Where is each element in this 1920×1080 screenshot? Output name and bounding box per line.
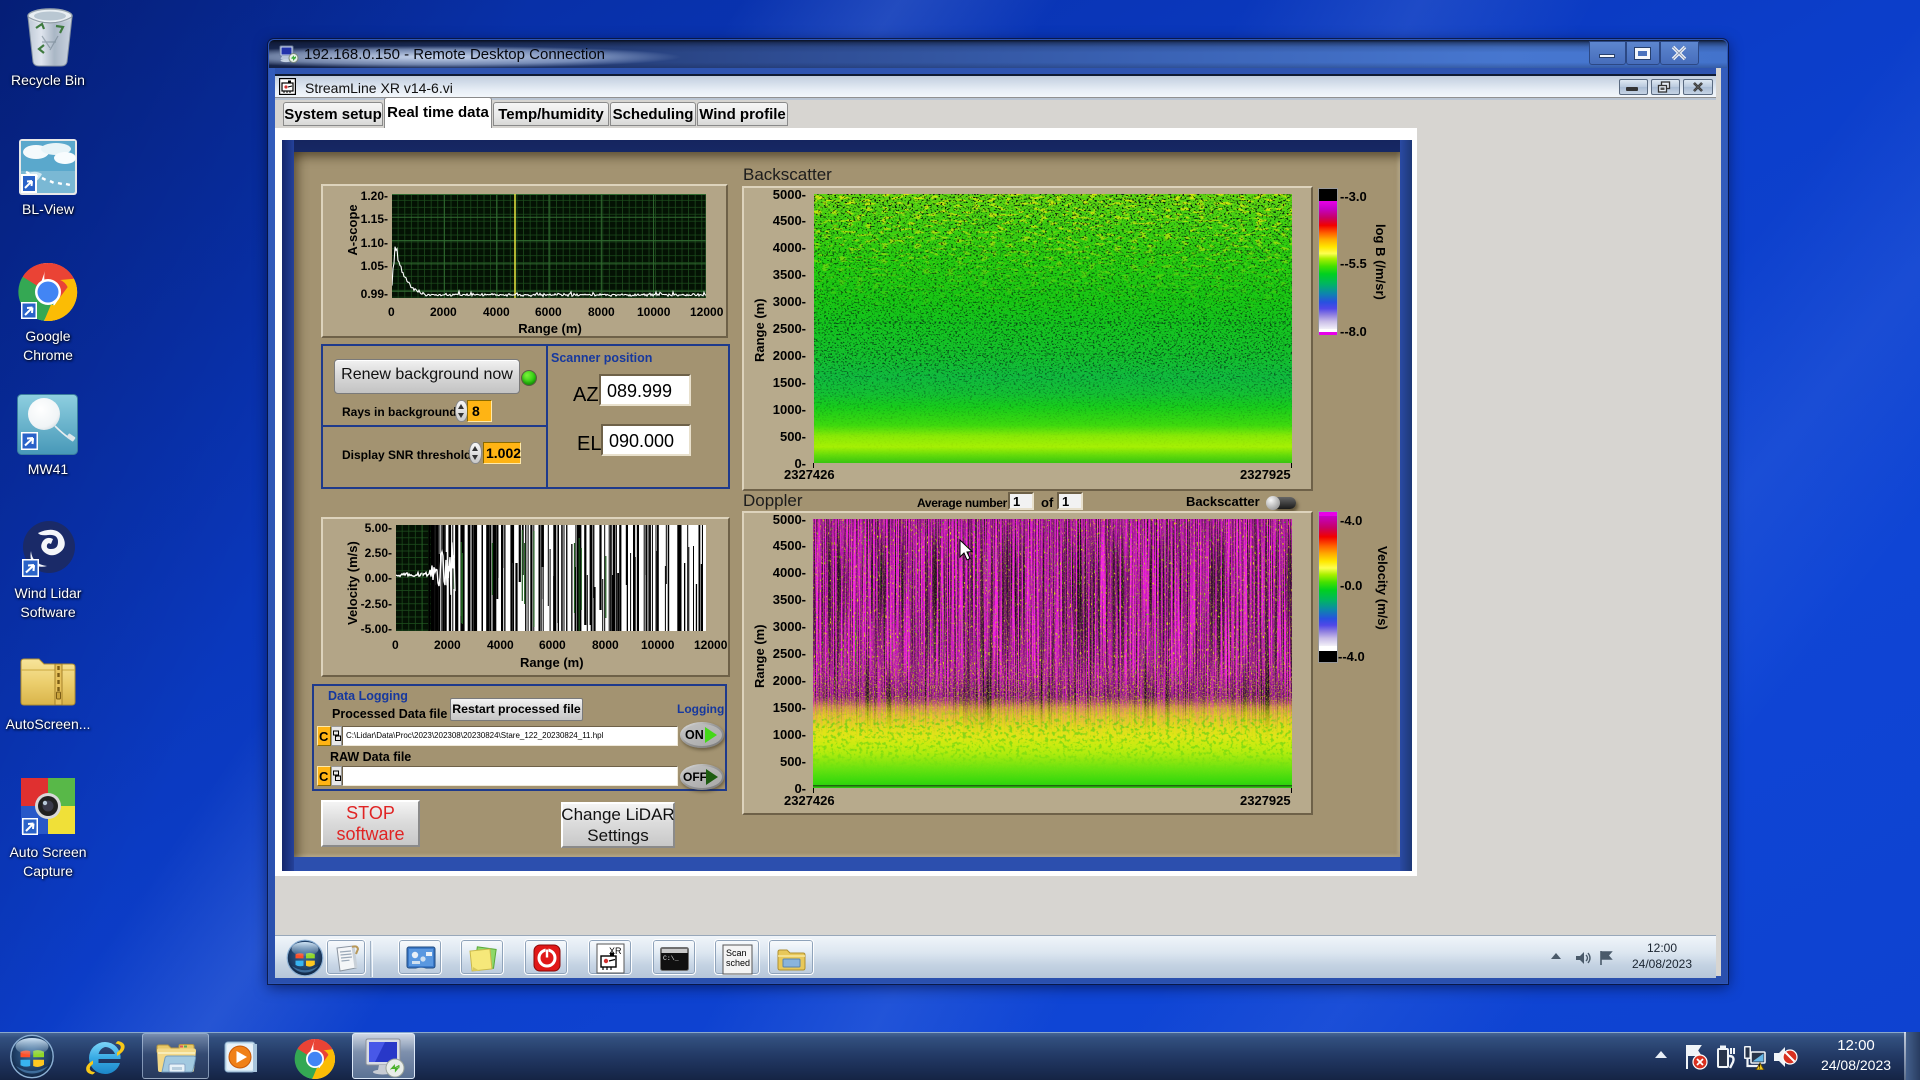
svg-text:Scan: Scan (726, 948, 747, 958)
svg-text:sched: sched (726, 958, 750, 968)
svg-text:!: ! (1759, 1065, 1761, 1071)
svg-text:C:\_: C:\_ (663, 955, 679, 962)
